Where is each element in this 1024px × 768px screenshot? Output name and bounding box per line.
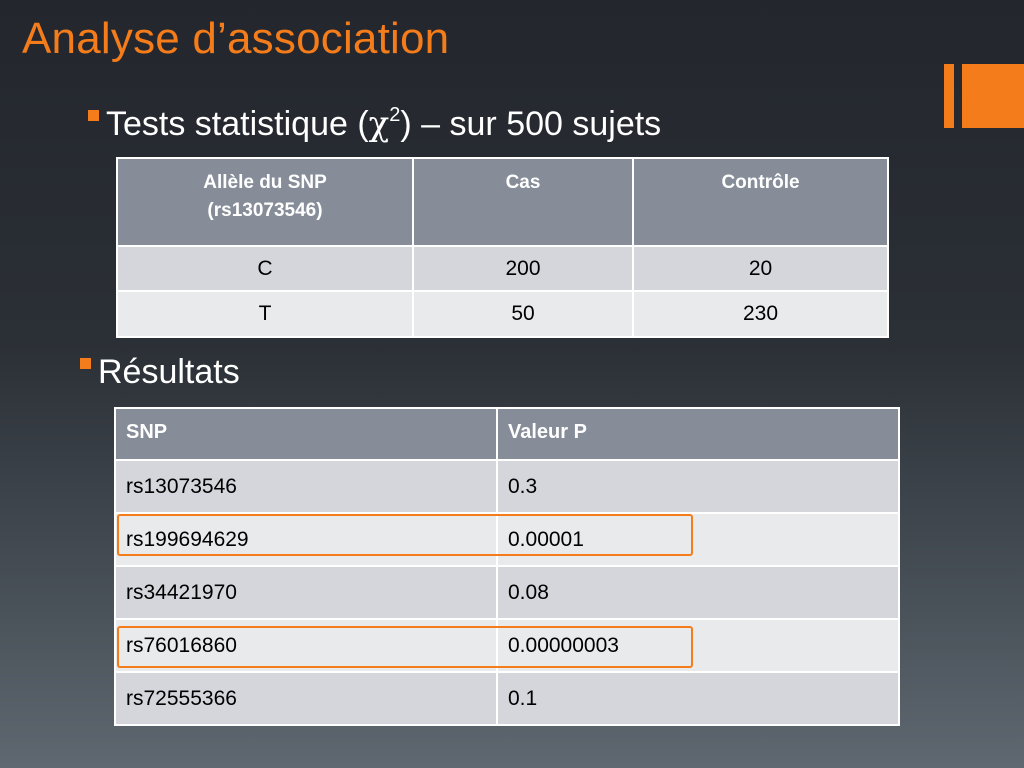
table-row: T 50 230 [116, 290, 889, 338]
cell-p-value: 0.3 [496, 459, 900, 514]
highlight-box-significant [117, 514, 693, 556]
table-row: C 200 20 [116, 245, 889, 292]
header-snp: SNP [114, 407, 498, 461]
header-cas: Cas [412, 157, 634, 247]
cell-p-value: 0.08 [496, 565, 900, 620]
highlight-box-significant [117, 626, 693, 668]
table-row: rs13073546 0.3 [114, 459, 900, 514]
cell-p-value: 0.1 [496, 671, 900, 726]
decorative-block [962, 64, 1024, 128]
slide-title: Analyse d’association [22, 14, 450, 63]
table-header-row: SNP Valeur P [114, 407, 900, 461]
table-row: rs72555366 0.1 [114, 671, 900, 726]
cell-snp: rs72555366 [114, 671, 498, 726]
header-controle: Contrôle [632, 157, 889, 247]
cell-allele: C [116, 245, 414, 292]
decorative-bar [944, 64, 954, 128]
table-header-row: Allèle du SNP (rs13073546) Cas Contrôle [116, 157, 889, 247]
cell-snp: rs13073546 [114, 459, 498, 514]
cell-controle: 230 [632, 290, 889, 338]
bullet-text: Résultats [98, 353, 240, 391]
cell-cas: 50 [412, 290, 634, 338]
bullet-text: Tests statistique (χ2) – sur 500 sujets [106, 103, 662, 144]
cell-cas: 200 [412, 245, 634, 292]
bullet-resultats: Résultats [80, 353, 240, 392]
cell-controle: 20 [632, 245, 889, 292]
chi-symbol: χ [368, 104, 390, 144]
cell-allele: T [116, 290, 414, 338]
bullet-square-icon [80, 358, 91, 369]
bullet-square-icon [88, 110, 99, 121]
superscript: 2 [389, 103, 401, 126]
table-row: rs34421970 0.08 [114, 565, 900, 620]
cell-snp: rs34421970 [114, 565, 498, 620]
bullet-tests-statistique: Tests statistique (χ2) – sur 500 sujets [88, 104, 661, 144]
header-allele: Allèle du SNP (rs13073546) [116, 157, 414, 247]
allele-count-table: Allèle du SNP (rs13073546) Cas Contrôle C… [116, 157, 889, 338]
results-table: SNP Valeur P rs13073546 0.3 rs199694629 … [114, 407, 900, 726]
header-valeur-p: Valeur P [496, 407, 900, 461]
